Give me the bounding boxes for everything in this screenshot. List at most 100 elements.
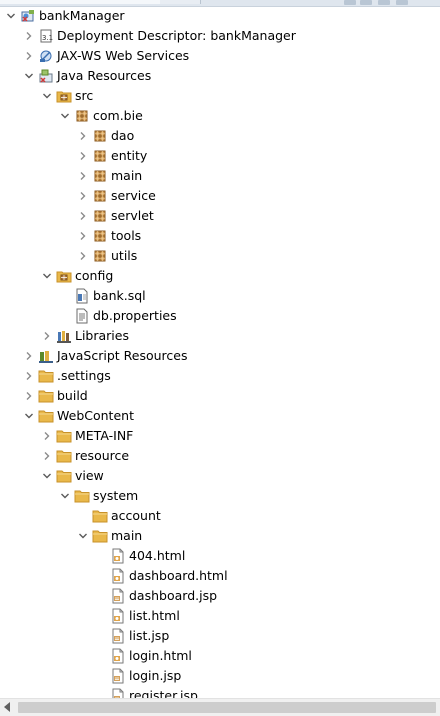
tree-item[interactable]: register.jsp [0, 686, 440, 698]
secondary-view-tab[interactable] [160, 0, 201, 4]
project-explorer-tree[interactable]: bankManager 3.1 Deployment Descriptor: ban… [0, 6, 440, 698]
tree-item-label: service [111, 188, 156, 203]
tree-item[interactable]: main [0, 166, 440, 186]
package-icon [92, 148, 108, 164]
chevron-down-icon[interactable] [58, 106, 72, 126]
project-explorer-tab[interactable] [0, 0, 161, 4]
java-resources-icon [38, 68, 54, 84]
horizontal-scrollbar[interactable] [0, 698, 440, 716]
tree-item-label: utils [111, 248, 138, 263]
chevron-right-icon[interactable] [22, 386, 36, 406]
toolbar-icon[interactable] [396, 0, 408, 5]
tree-item[interactable]: JAX-WS Web Services [0, 46, 440, 66]
chevron-right-icon[interactable] [40, 426, 54, 446]
chevron-right-icon[interactable] [76, 246, 90, 266]
tree-item[interactable]: system [0, 486, 440, 506]
tree-item[interactable]: resource [0, 446, 440, 466]
tree-item[interactable]: 404.html [0, 546, 440, 566]
tree-item[interactable]: META-INF [0, 426, 440, 446]
tree-item[interactable]: service [0, 186, 440, 206]
tree-item[interactable]: dashboard.jsp [0, 586, 440, 606]
toolbar-icon[interactable] [378, 0, 390, 5]
tree-item-label: main [111, 528, 143, 543]
tree-item-label: WebContent [57, 408, 134, 423]
tree-item[interactable]: .settings [0, 366, 440, 386]
package-icon [92, 208, 108, 224]
toolbar-icon[interactable] [360, 0, 372, 5]
chevron-down-icon[interactable] [58, 486, 72, 506]
tree-item[interactable]: Java Resources [0, 66, 440, 86]
chevron-down-icon[interactable] [40, 86, 54, 106]
javascript-resources-icon [38, 348, 54, 364]
chevron-down-icon[interactable] [22, 66, 36, 86]
tree-item-label: resource [75, 448, 130, 463]
chevron-right-icon[interactable] [76, 166, 90, 186]
tree-item-label: .settings [57, 368, 111, 383]
tree-item[interactable]: login.jsp [0, 666, 440, 686]
chevron-right-icon[interactable] [22, 346, 36, 366]
tree-item[interactable]: main [0, 526, 440, 546]
project-icon [20, 8, 36, 24]
deployment-descriptor-icon: 3.1 [38, 28, 54, 44]
folder-icon [74, 488, 90, 504]
tree-item-label: list.html [129, 608, 180, 623]
tree-item[interactable]: src [0, 86, 440, 106]
chevron-down-icon[interactable] [22, 406, 36, 426]
chevron-down-icon[interactable] [40, 466, 54, 486]
tree-item[interactable]: config [0, 266, 440, 286]
sql-file-icon [74, 288, 90, 304]
tree-item[interactable]: JavaScript Resources [0, 346, 440, 366]
tree-item-label: entity [111, 148, 148, 163]
chevron-right-icon[interactable] [76, 146, 90, 166]
tree-item[interactable]: entity [0, 146, 440, 166]
tree-item[interactable]: Libraries [0, 326, 440, 346]
tree-item[interactable]: bank.sql [0, 286, 440, 306]
chevron-right-icon[interactable] [76, 186, 90, 206]
toolbar-icon[interactable] [344, 0, 356, 5]
tree-item[interactable]: dao [0, 126, 440, 146]
tree-item[interactable]: list.jsp [0, 626, 440, 646]
tree-item[interactable]: list.html [0, 606, 440, 626]
chevron-right-icon[interactable] [76, 226, 90, 246]
chevron-down-icon[interactable] [76, 526, 90, 546]
tree-item[interactable]: build [0, 386, 440, 406]
chevron-right-icon[interactable] [40, 446, 54, 466]
tree-item[interactable]: dashboard.html [0, 566, 440, 586]
scroll-left-icon[interactable] [4, 702, 10, 712]
chevron-down-icon[interactable] [40, 266, 54, 286]
folder-icon [92, 528, 108, 544]
svg-text:3.1: 3.1 [42, 34, 53, 42]
tree-item-label: dao [111, 128, 135, 143]
tree-item-label: register.jsp [129, 688, 198, 698]
tree-item[interactable]: utils [0, 246, 440, 266]
tree-item[interactable]: view [0, 466, 440, 486]
tree-item[interactable]: account [0, 506, 440, 526]
folder-icon [56, 468, 72, 484]
chevron-right-icon[interactable] [76, 206, 90, 226]
tree-item[interactable]: db.properties [0, 306, 440, 326]
chevron-right-icon[interactable] [76, 126, 90, 146]
tree-item[interactable]: com.bie [0, 106, 440, 126]
folder-icon [38, 368, 54, 384]
chevron-right-icon[interactable] [22, 26, 36, 46]
chevron-right-icon[interactable] [22, 46, 36, 66]
chevron-right-icon[interactable] [40, 326, 54, 346]
properties-file-icon [74, 308, 90, 324]
tree-item[interactable]: login.html [0, 646, 440, 666]
tree-item[interactable]: bankManager [0, 6, 440, 26]
folder-icon [38, 408, 54, 424]
tree-item-label: src [75, 88, 94, 103]
tree-item[interactable]: servlet [0, 206, 440, 226]
chevron-down-icon[interactable] [4, 6, 18, 26]
tree-item[interactable]: 3.1 Deployment Descriptor: bankManager [0, 26, 440, 46]
chevron-right-icon[interactable] [22, 366, 36, 386]
tree-item[interactable]: WebContent [0, 406, 440, 426]
scrollbar-thumb[interactable] [18, 702, 436, 713]
tree-item[interactable]: tools [0, 226, 440, 246]
jsp-file-icon [110, 668, 126, 684]
